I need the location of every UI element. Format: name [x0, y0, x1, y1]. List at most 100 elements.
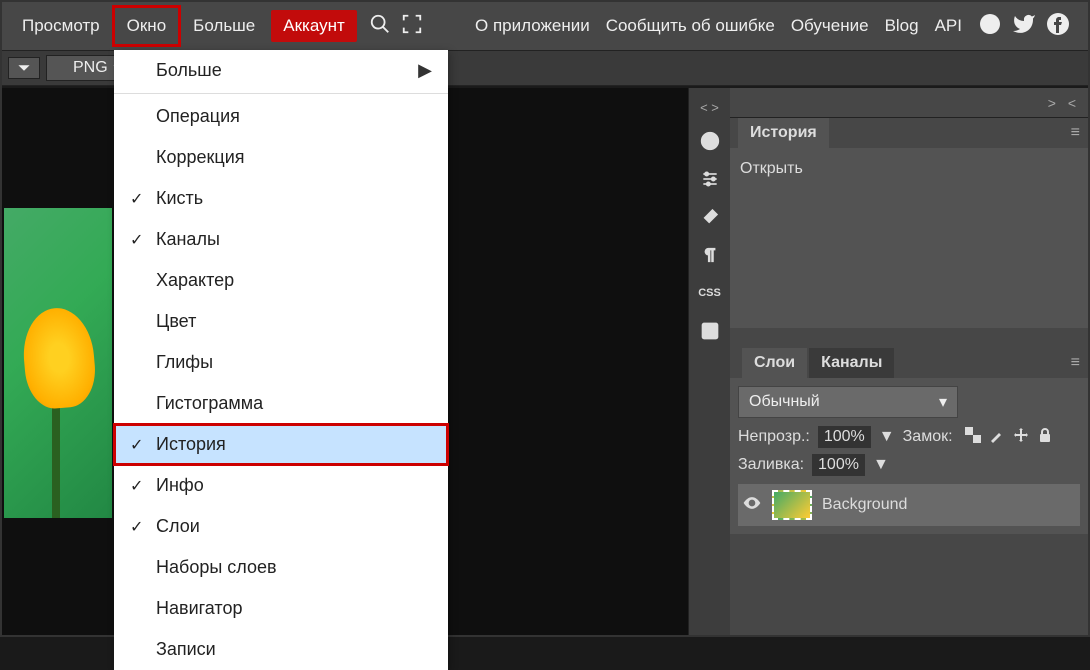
dropdown-item-more[interactable]: Больше ▶ [114, 50, 448, 91]
sliders-icon[interactable] [694, 163, 726, 195]
tab-history[interactable]: История [738, 118, 829, 148]
dropdown-label: История [156, 434, 226, 455]
dropdown-label: Гистограмма [156, 393, 263, 414]
dropdown-label: Кисть [156, 188, 203, 209]
layers-body: Обычный ▾ Непрозр.: 100% ▼ Замок: [730, 378, 1088, 534]
dropdown-label: Больше [156, 60, 222, 81]
brush-icon[interactable] [694, 201, 726, 233]
dropdown-item-info[interactable]: ✓ Инфо [114, 465, 448, 506]
window-dropdown: Больше ▶ Операция Коррекция ✓Кисть ✓Кана… [114, 50, 448, 670]
panels-expand-row: > < [730, 88, 1088, 118]
visibility-eye-icon[interactable] [742, 493, 762, 518]
dropdown-label: Цвет [156, 311, 196, 332]
tool-strip-collapse[interactable]: < > [700, 96, 719, 119]
reddit-icon[interactable] [978, 12, 1002, 41]
menubar-left: Просмотр Окно Больше Аккаунт [10, 5, 423, 47]
dropdown-item-channels[interactable]: ✓ Каналы [114, 219, 448, 260]
dropdown-label: Операция [156, 106, 240, 127]
fill-value[interactable]: 100% [812, 454, 865, 476]
link-blog[interactable]: Blog [885, 16, 919, 36]
check-icon: ✓ [130, 435, 143, 455]
check-icon: ✓ [130, 476, 143, 496]
layers-tabs: Слои Каналы [738, 348, 898, 378]
blend-mode-value: Обычный [749, 393, 820, 411]
dropdown-item-layer-sets[interactable]: Наборы слоев [114, 547, 448, 588]
menubar-tool-icons [369, 13, 423, 40]
canvas-image [4, 208, 112, 518]
dropdown-label: Каналы [156, 229, 220, 250]
fill-label: Заливка: [738, 456, 804, 474]
dropdown-label: Слои [156, 516, 200, 537]
paragraph-icon[interactable] [694, 239, 726, 271]
lock-label: Замок: [903, 428, 953, 446]
dropdown-item-operation[interactable]: Операция [114, 96, 448, 137]
link-learn[interactable]: Обучение [791, 16, 869, 36]
lock-all-icon[interactable] [1037, 427, 1053, 448]
history-entry[interactable]: Открыть [740, 156, 1078, 182]
dropdown-item-layers[interactable]: ✓ Слои [114, 506, 448, 547]
chevron-down-icon: ▾ [939, 392, 947, 412]
info-icon[interactable] [694, 125, 726, 157]
css-icon[interactable]: CSS [694, 277, 726, 309]
dropdown-item-correction[interactable]: Коррекция [114, 137, 448, 178]
dropdown-label: Глифы [156, 352, 213, 373]
dropdown-item-histogram[interactable]: Гистограмма [114, 383, 448, 424]
tab-channels[interactable]: Каналы [809, 348, 894, 378]
twitter-icon[interactable] [1012, 12, 1036, 41]
check-icon: ✓ [130, 517, 143, 537]
dropdown-item-navigator[interactable]: Навигатор [114, 588, 448, 629]
flower-petal [20, 305, 98, 411]
link-about[interactable]: О приложении [475, 16, 590, 36]
chevron-down-icon[interactable]: ▼ [873, 456, 889, 474]
tool-strip: < > CSS [688, 88, 730, 635]
dropdown-item-color[interactable]: Цвет [114, 301, 448, 342]
menu-window[interactable]: Окно [112, 5, 182, 47]
dropdown-item-glyphs[interactable]: Глифы [114, 342, 448, 383]
menu-account[interactable]: Аккаунт [271, 10, 357, 42]
panel-menu-icon[interactable]: ≡ [1071, 124, 1080, 142]
history-body: Открыть [730, 148, 1088, 328]
facebook-icon[interactable] [1046, 12, 1070, 41]
link-api[interactable]: API [935, 16, 962, 36]
expand-marker[interactable]: > < [1048, 95, 1080, 111]
opacity-value[interactable]: 100% [818, 426, 871, 448]
dropdown-item-brush[interactable]: ✓Кисть [114, 178, 448, 219]
layers-panel: Слои Каналы ≡ Обычный ▾ Непрозр.: 100% ▼… [730, 348, 1088, 534]
panel-menu-icon[interactable]: ≡ [1071, 354, 1080, 372]
lock-paint-icon[interactable] [989, 427, 1005, 448]
history-tabs: История [738, 118, 829, 148]
image-icon[interactable] [694, 315, 726, 347]
dropdown-item-notes[interactable]: Записи [114, 629, 448, 670]
right-panel: < > CSS > < История ≡ [688, 88, 1088, 635]
flower-stem [52, 398, 60, 518]
dropdown-item-history[interactable]: ✓ История [114, 424, 448, 465]
search-icon[interactable] [369, 13, 391, 40]
dropdown-label: Коррекция [156, 147, 245, 168]
opacity-row: Непрозр.: 100% ▼ Замок: [738, 426, 1080, 448]
chevron-down-icon[interactable]: ▼ [879, 428, 895, 446]
menu-more[interactable]: Больше [181, 8, 267, 44]
layer-name: Background [822, 496, 907, 514]
dropdown-label: Инфо [156, 475, 204, 496]
main-menubar: Просмотр Окно Больше Аккаунт О приложени… [2, 2, 1088, 50]
blend-mode-select[interactable]: Обычный ▾ [738, 386, 958, 418]
fill-row: Заливка: 100% ▼ [738, 454, 1080, 476]
history-panel: История ≡ Открыть [730, 118, 1088, 328]
layer-row[interactable]: Background [738, 484, 1080, 526]
tab-layers[interactable]: Слои [742, 348, 807, 378]
link-report-bug[interactable]: Сообщить об ошибке [606, 16, 775, 36]
fullscreen-icon[interactable] [401, 13, 423, 40]
lock-icons [965, 427, 1053, 448]
opacity-label: Непрозр.: [738, 428, 810, 446]
panels-column: > < История ≡ Открыть Слои [730, 88, 1088, 635]
menu-view[interactable]: Просмотр [10, 8, 112, 44]
dropdown-label: Наборы слоев [156, 557, 277, 578]
social-icons [978, 12, 1070, 41]
dropdown-item-character[interactable]: Характер [114, 260, 448, 301]
lock-move-icon[interactable] [1013, 427, 1029, 448]
lock-transparency-icon[interactable] [965, 427, 981, 448]
dropdown-button[interactable] [8, 57, 40, 79]
layer-thumbnail [772, 490, 812, 520]
check-icon: ✓ [130, 230, 143, 250]
dropdown-label: Навигатор [156, 598, 242, 619]
